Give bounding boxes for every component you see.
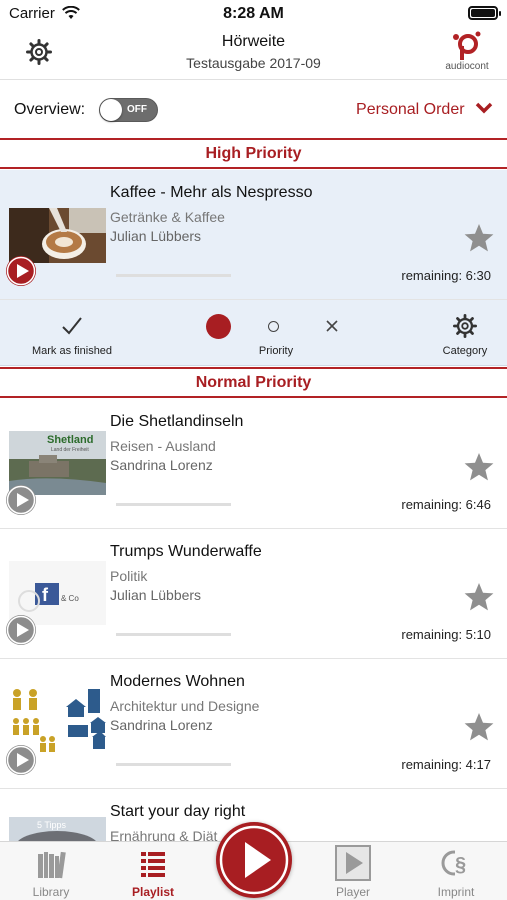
play-icon	[6, 745, 36, 775]
play-icon	[219, 825, 289, 895]
overview-toggle[interactable]: OFF	[99, 98, 158, 122]
play-icon	[6, 615, 36, 645]
section-normal-priority: Normal Priority	[0, 367, 507, 398]
priority-label-wrap: Priority	[236, 300, 316, 366]
thumb-subtitle: Land der Freiheit	[51, 447, 89, 453]
play-icon	[6, 485, 36, 515]
tab-library[interactable]: Library	[20, 842, 82, 900]
checkmark-icon	[62, 317, 82, 335]
item-author: Sandrina Lorenz	[110, 717, 213, 733]
page-subtitle: Testausgabe 2017-09	[186, 55, 321, 71]
page-title: Hörweite	[221, 33, 286, 50]
clock: 8:28 AM	[223, 5, 284, 22]
item-category: Politik	[110, 568, 148, 584]
tab-library-label: Library	[32, 885, 70, 899]
item-category: Architektur und Designe	[110, 698, 260, 714]
thumb-label: & Co	[61, 594, 79, 603]
tab-playlist[interactable]: Playlist	[122, 842, 184, 900]
tab-imprint[interactable]: § Imprint	[425, 842, 487, 900]
playlist-icon	[141, 852, 165, 877]
coffee-thumbnail	[9, 208, 106, 263]
battery-icon	[468, 6, 501, 20]
tab-imprint-label: Imprint	[437, 885, 475, 899]
item-actions-row: Mark as finished Priority Category	[0, 300, 507, 366]
thumb-title: Shetland	[47, 434, 94, 446]
thumb-label: 5 Tipps	[37, 820, 67, 830]
svg-text:§: §	[455, 854, 466, 876]
toggle-knob	[100, 99, 122, 121]
play-icon	[6, 256, 36, 286]
item-title: Modernes Wohnen	[110, 673, 245, 690]
progress-bar	[116, 503, 231, 506]
section-title: High Priority	[205, 145, 302, 162]
play-button[interactable]	[6, 615, 36, 645]
item-category: Reisen - Ausland	[110, 438, 216, 454]
nav-header: Hörweite Testausgabe 2017-09 audiocont	[0, 28, 507, 80]
progress-bar	[116, 763, 231, 766]
toggle-text: OFF	[127, 104, 147, 115]
audiocont-logo: audiocont	[437, 30, 497, 76]
order-label: Personal Order	[356, 101, 465, 119]
close-icon	[326, 320, 338, 332]
item-title: Trumps Wunderwaffe	[110, 543, 262, 560]
star-icon[interactable]	[463, 711, 495, 743]
star-icon[interactable]	[463, 451, 495, 483]
personal-order-dropdown[interactable]: Personal Order	[356, 101, 493, 119]
category-button[interactable]: Category	[428, 300, 502, 366]
list-item[interactable]: Die Shetlandinseln Reisen - Ausland Sand…	[0, 399, 507, 529]
main-play-button[interactable]	[216, 822, 292, 898]
player-icon	[335, 845, 371, 881]
progress-bar	[116, 274, 231, 277]
remaining-time: remaining: 6:30	[401, 268, 491, 283]
overview-row: Overview: OFF Personal Order	[0, 90, 507, 130]
play-button[interactable]	[6, 256, 36, 286]
library-books-icon	[38, 851, 66, 879]
item-title: Kaffee - Mehr als Nespresso	[110, 184, 313, 201]
remaining-time: remaining: 4:17	[401, 757, 491, 772]
mark-finished-label: Mark as finished	[31, 345, 113, 357]
star-icon[interactable]	[463, 222, 495, 254]
gear-icon	[453, 314, 477, 338]
copyright-section-icon: §	[441, 850, 469, 876]
item-author: Sandrina Lorenz	[110, 457, 213, 473]
item-author: Julian Lübbers	[110, 228, 202, 244]
mark-finished-button[interactable]: Mark as finished	[18, 300, 126, 366]
priority-remove-button[interactable]	[322, 300, 342, 366]
play-button[interactable]	[6, 485, 36, 515]
priority-label: Priority	[258, 345, 294, 357]
priority-high-dot[interactable]	[206, 314, 231, 339]
item-category: Getränke & Kaffee	[110, 209, 225, 225]
tab-player[interactable]: Player	[322, 842, 384, 900]
tab-playlist-label: Playlist	[131, 885, 175, 899]
section-title: Normal Priority	[195, 374, 312, 391]
overview-label: Overview:	[14, 101, 86, 118]
progress-bar	[116, 633, 231, 636]
section-high-priority: High Priority	[0, 138, 507, 169]
remaining-time: remaining: 6:46	[401, 497, 491, 512]
logo-text: audiocont	[445, 61, 489, 72]
tab-player-label: Player	[335, 885, 370, 899]
status-bar: Carrier 8:28 AM	[0, 0, 507, 28]
item-title: Start your day right	[110, 803, 246, 820]
item-author: Julian Lübbers	[110, 587, 202, 603]
star-icon[interactable]	[463, 581, 495, 613]
audiocont-logo-icon	[453, 31, 481, 60]
play-button[interactable]	[6, 745, 36, 775]
list-item[interactable]: Kaffee - Mehr als Nespresso Getränke & K…	[0, 170, 507, 300]
list-item[interactable]: Modernes Wohnen Architektur und Designe …	[0, 659, 507, 789]
list-item[interactable]: Trumps Wunderwaffe Politik Julian Lübber…	[0, 529, 507, 659]
chevron-down-icon	[475, 101, 493, 119]
remaining-time: remaining: 5:10	[401, 627, 491, 642]
item-title: Die Shetlandinseln	[110, 413, 244, 430]
category-label: Category	[442, 345, 488, 357]
svg-text:f: f	[42, 585, 49, 605]
